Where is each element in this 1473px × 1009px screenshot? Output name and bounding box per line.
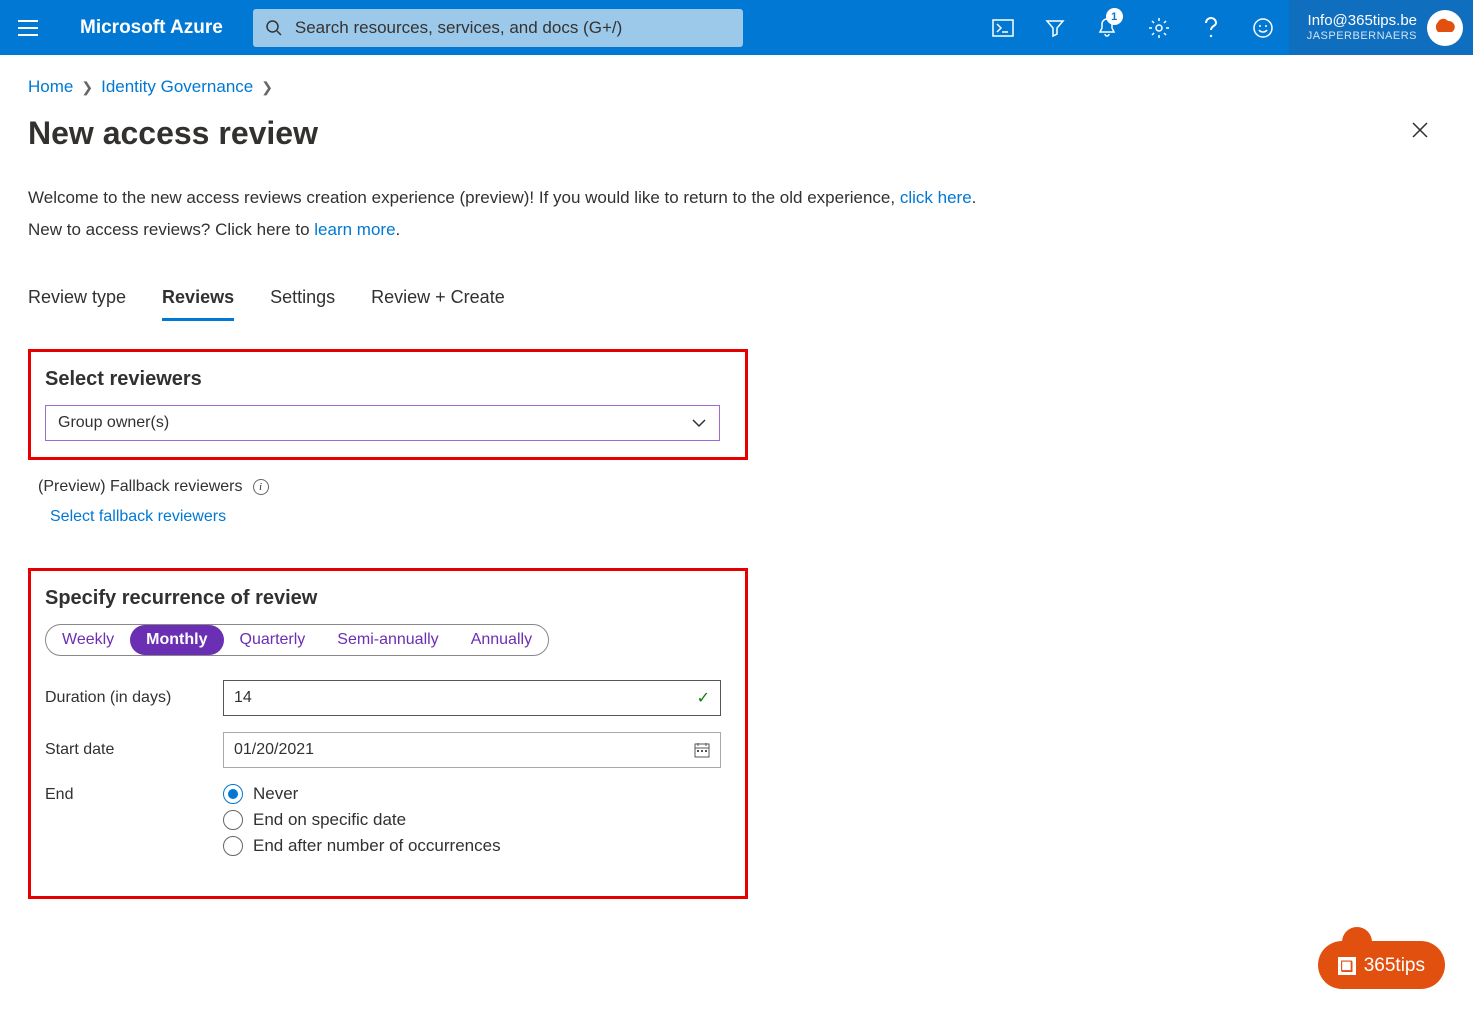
cloud-shell-icon <box>992 19 1014 37</box>
chevron-right-icon: ❯ <box>261 79 273 96</box>
recurrence-section: Specify recurrence of review Weekly Mont… <box>28 568 748 899</box>
reviewers-dropdown[interactable]: Group owner(s) <box>45 405 720 441</box>
hamburger-icon <box>18 20 38 36</box>
avatar-icon <box>1432 18 1458 38</box>
account-tenant: JASPERBERNAERS <box>1307 30 1417 43</box>
fallback-label-text: (Preview) Fallback reviewers <box>38 478 243 496</box>
duration-label: Duration (in days) <box>45 689 223 707</box>
settings-button[interactable] <box>1133 0 1185 55</box>
search-icon <box>265 19 283 37</box>
page-title-row: New access review <box>28 115 1445 152</box>
close-icon <box>1411 121 1429 139</box>
top-bar: Microsoft Azure 1 Info@365tips.be <box>0 0 1473 55</box>
page-title: New access review <box>28 115 318 152</box>
notification-badge: 1 <box>1106 8 1123 25</box>
float-logo[interactable]: ❑ 365tips <box>1318 941 1445 989</box>
feedback-button[interactable] <box>1237 0 1289 55</box>
smiley-icon <box>1252 17 1274 39</box>
account-email: Info@365tips.be <box>1307 12 1417 30</box>
tab-review-type[interactable]: Review type <box>28 277 126 321</box>
end-label: End <box>45 784 223 804</box>
avatar[interactable] <box>1427 10 1463 46</box>
pill-quarterly[interactable]: Quarterly <box>224 625 322 655</box>
info-icon[interactable]: i <box>253 479 269 495</box>
directory-filter-button[interactable] <box>1029 0 1081 55</box>
end-never-option[interactable]: Never <box>223 784 501 804</box>
filter-icon <box>1045 18 1065 38</box>
duration-row: Duration (in days) 14 ✓ <box>45 680 731 716</box>
intro-line1b: . <box>972 188 977 207</box>
chevron-down-icon <box>691 418 707 428</box>
recurrence-pills: Weekly Monthly Quarterly Semi-annually A… <box>45 624 549 656</box>
start-date-input[interactable]: 01/20/2021 <box>223 732 721 768</box>
hamburger-menu[interactable] <box>0 20 55 36</box>
tabs: Review type Reviews Settings Review + Cr… <box>28 277 1445 321</box>
click-here-link[interactable]: click here <box>900 188 972 207</box>
close-button[interactable] <box>1405 115 1435 145</box>
breadcrumb-home[interactable]: Home <box>28 77 73 97</box>
end-occurrences-label: End after number of occurrences <box>253 836 501 856</box>
chevron-right-icon: ❯ <box>81 79 93 96</box>
select-reviewers-heading: Select reviewers <box>45 368 731 391</box>
pill-weekly[interactable]: Weekly <box>46 625 130 655</box>
check-icon: ✓ <box>697 688 710 708</box>
notifications-button[interactable]: 1 <box>1081 0 1133 55</box>
pill-annually[interactable]: Annually <box>455 625 548 655</box>
intro-line2b: . <box>396 220 401 239</box>
tab-reviews[interactable]: Reviews <box>162 277 234 321</box>
office-icon: ❑ <box>1338 957 1356 975</box>
gear-icon <box>1148 17 1170 39</box>
end-specific-label: End on specific date <box>253 810 406 830</box>
radio-icon <box>223 810 243 830</box>
calendar-icon <box>694 742 710 758</box>
tab-settings[interactable]: Settings <box>270 277 335 321</box>
duration-input[interactable]: 14 ✓ <box>223 680 721 716</box>
breadcrumb-identity[interactable]: Identity Governance <box>101 77 253 97</box>
intro-line2a: New to access reviews? Click here to <box>28 220 314 239</box>
intro-text: Welcome to the new access reviews creati… <box>28 182 1445 247</box>
recurrence-heading: Specify recurrence of review <box>45 587 731 610</box>
end-specific-date-option[interactable]: End on specific date <box>223 810 501 830</box>
help-button[interactable] <box>1185 0 1237 55</box>
pill-semi-annually[interactable]: Semi-annually <box>321 625 454 655</box>
duration-value: 14 <box>234 689 252 707</box>
learn-more-link[interactable]: learn more <box>314 220 395 239</box>
pill-monthly[interactable]: Monthly <box>130 625 223 655</box>
select-reviewers-section: Select reviewers Group owner(s) <box>28 349 748 460</box>
start-date-value: 01/20/2021 <box>234 741 314 759</box>
fallback-reviewers-label: (Preview) Fallback reviewers i <box>38 478 1445 496</box>
account-block[interactable]: Info@365tips.be JASPERBERNAERS <box>1289 0 1473 55</box>
reviewers-dropdown-value: Group owner(s) <box>58 414 169 432</box>
brand-label[interactable]: Microsoft Azure <box>55 17 253 39</box>
float-logo-text: 365tips <box>1364 955 1425 977</box>
end-row: End Never End on specific date End after… <box>45 784 731 856</box>
content-area: Home ❯ Identity Governance ❯ New access … <box>0 55 1473 937</box>
end-occurrences-option[interactable]: End after number of occurrences <box>223 836 501 856</box>
start-date-row: Start date 01/20/2021 <box>45 732 731 768</box>
end-never-label: Never <box>253 784 298 804</box>
tab-review-create[interactable]: Review + Create <box>371 277 505 321</box>
select-fallback-link[interactable]: Select fallback reviewers <box>50 508 1445 526</box>
radio-icon <box>223 836 243 856</box>
start-date-label: Start date <box>45 741 223 759</box>
search-wrap <box>253 9 743 47</box>
cloud-shell-button[interactable] <box>977 0 1029 55</box>
account-text: Info@365tips.be JASPERBERNAERS <box>1307 12 1417 43</box>
radio-icon <box>223 784 243 804</box>
top-icons: 1 Info@365tips.be JASPERBERNAERS <box>977 0 1473 55</box>
intro-line1a: Welcome to the new access reviews creati… <box>28 188 900 207</box>
help-icon <box>1204 17 1218 39</box>
breadcrumb: Home ❯ Identity Governance ❯ <box>28 77 1445 97</box>
end-options: Never End on specific date End after num… <box>223 784 501 856</box>
search-input[interactable] <box>295 18 731 38</box>
search-box[interactable] <box>253 9 743 47</box>
